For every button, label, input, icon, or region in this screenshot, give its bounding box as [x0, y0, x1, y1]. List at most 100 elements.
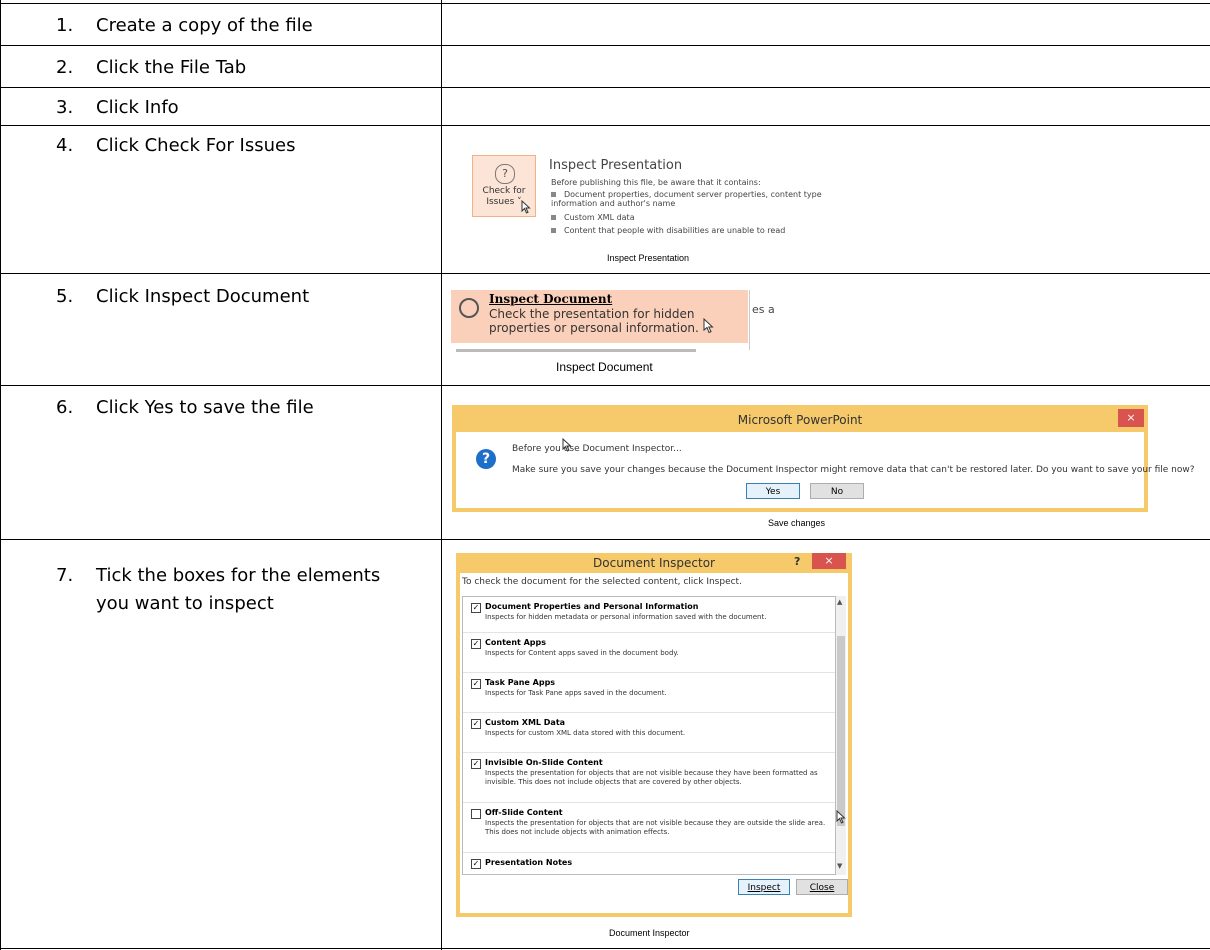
step-text: Click Check For Issues [96, 135, 296, 156]
list-item: ✓ Task Pane Apps Inspects for Task Pane … [463, 673, 835, 713]
item-desc: Inspects the presentation for objects th… [485, 819, 826, 836]
checkbox[interactable]: ✓ [471, 603, 481, 613]
checkbox[interactable]: ✓ [471, 759, 481, 769]
item-desc: Inspects for Task Pane apps saved in the… [485, 689, 667, 697]
list-item: ✓ Custom XML Data Inspects for custom XM… [463, 713, 835, 753]
item-desc: Inspects for hidden metadata or personal… [485, 613, 767, 621]
question-icon: ? [476, 449, 496, 469]
close-button-label: Close [809, 883, 835, 893]
caption-save-changes: Save changes [768, 518, 826, 528]
checkbox[interactable]: ✓ [471, 719, 481, 729]
item-title: Presentation Notes [485, 858, 573, 867]
item-title: Document Properties and Personal Informa… [485, 602, 699, 611]
bullet-text: Content that people with disabilities ar… [564, 226, 786, 235]
dialog-title: Microsoft PowerPoint [456, 409, 1144, 432]
step-number: 2. [56, 57, 74, 78]
bullet-icon [551, 215, 556, 220]
inspect-bullet: Document properties, document server pro… [551, 190, 851, 208]
bullet-text: Custom XML data [564, 213, 635, 222]
list-item: Off-Slide Content Inspects the presentat… [463, 803, 835, 853]
caption-inspect-document: Inspect Document [556, 360, 653, 374]
chevron-down-icon[interactable]: ▼ [837, 862, 842, 870]
step-text: Click the File Tab [96, 57, 247, 78]
row-divider [0, 385, 1210, 386]
row-divider [0, 273, 1210, 274]
mouse-cursor-icon [703, 318, 714, 334]
item-title: Task Pane Apps [485, 678, 556, 687]
close-icon[interactable]: × [1118, 409, 1144, 427]
row-divider [0, 125, 1210, 126]
bullet-icon [551, 228, 556, 233]
item-title: Content Apps [485, 638, 547, 647]
bullet-text: Document properties, document server pro… [551, 190, 822, 208]
checkbox[interactable]: ✓ [471, 679, 481, 689]
step-text: Click Info [96, 97, 179, 118]
dialog-title: Document Inspector [593, 556, 715, 570]
chevron-up-icon[interactable]: ▲ [837, 598, 842, 606]
inspect-presentation-title: Inspect Presentation [549, 158, 683, 173]
bullet-icon [551, 192, 556, 197]
truncated-text: es a [752, 303, 775, 316]
caption-document-inspector: Document Inspector [609, 928, 690, 938]
document-inspector-dialog: Document Inspector ? × To check the docu… [456, 553, 852, 917]
checkbox[interactable]: ✓ [471, 639, 481, 649]
scrollbar[interactable]: ▲ ▼ [836, 596, 846, 875]
mouse-cursor-icon [836, 810, 846, 824]
row-divider [0, 45, 1210, 46]
inspection-list: ✓ Document Properties and Personal Infor… [462, 596, 836, 875]
row-divider [0, 539, 1210, 540]
item-desc: Inspects for Content apps saved in the d… [485, 649, 679, 657]
next-menu-item-partial [456, 349, 696, 352]
dialog-line-2: Make sure you save your changes because … [512, 465, 1195, 475]
row-divider [0, 87, 1210, 88]
scrollbar-thumb[interactable] [837, 636, 845, 826]
step-number: 3. [56, 97, 74, 118]
step-number: 7. [56, 565, 74, 586]
inspect-button-label: Inspect [747, 883, 781, 893]
step-text: Click Yes to save the file [96, 397, 314, 418]
item-title: Off-Slide Content [485, 808, 563, 817]
inspect-document-title: Inspect Document [489, 292, 613, 306]
close-icon[interactable]: × [812, 553, 846, 569]
table-border-left [0, 0, 1, 950]
step-text: Create a copy of the file [96, 15, 313, 36]
list-item: ✓ Invisible On-Slide Content Inspects th… [463, 753, 835, 803]
item-desc: Inspects for custom XML data stored with… [485, 729, 686, 737]
step-number: 6. [56, 397, 74, 418]
inspect-document-icon [459, 298, 479, 318]
inspect-intro: Before publishing this file, be aware th… [551, 178, 761, 187]
checkbox[interactable] [471, 809, 481, 819]
step-4: 4. Click Check For Issues [56, 132, 295, 160]
no-button[interactable]: No [810, 483, 864, 499]
caption-inspect-presentation: Inspect Presentation [607, 253, 690, 263]
table-border-bottom [0, 948, 1210, 949]
step-number: 5. [56, 286, 74, 307]
step-2: 2. Click the File Tab [56, 54, 246, 82]
list-item: ✓ Document Properties and Personal Infor… [463, 597, 835, 633]
close-button[interactable]: Close [796, 879, 848, 895]
list-item: ✓ Content Apps Inspects for Content apps… [463, 633, 835, 673]
save-changes-dialog: Microsoft PowerPoint × ? Before you use … [452, 405, 1195, 512]
menu-separator [749, 290, 750, 350]
inspect-button[interactable]: Inspect [738, 879, 790, 895]
yes-button[interactable]: Yes [746, 483, 800, 499]
inspect-bullet: Custom XML data [551, 213, 635, 222]
table-border-top [0, 3, 1210, 4]
item-desc: Inspects the presentation for objects th… [485, 769, 818, 786]
step-3: 3. Click Info [56, 94, 179, 122]
dialog-line-1: Before you use Document Inspector... [512, 444, 682, 454]
inspect-icon: ? [495, 164, 515, 184]
step-number: 4. [56, 135, 74, 156]
item-title: Custom XML Data [485, 718, 566, 727]
help-icon[interactable]: ? [794, 555, 800, 568]
mouse-cursor-icon [562, 438, 572, 452]
inspect-document-desc: Check the presentation for hidden proper… [489, 307, 699, 335]
step-text: Click Inspect Document [96, 286, 310, 307]
checkbox[interactable]: ✓ [471, 859, 481, 869]
dialog-body: To check the document for the selected c… [460, 573, 848, 913]
list-item: ✓ Presentation Notes [463, 853, 835, 874]
step-1: 1. Create a copy of the file [56, 12, 313, 40]
mouse-cursor-icon [521, 200, 531, 214]
dialog-instruction: To check the document for the selected c… [462, 577, 742, 587]
item-title: Invisible On-Slide Content [485, 758, 603, 767]
